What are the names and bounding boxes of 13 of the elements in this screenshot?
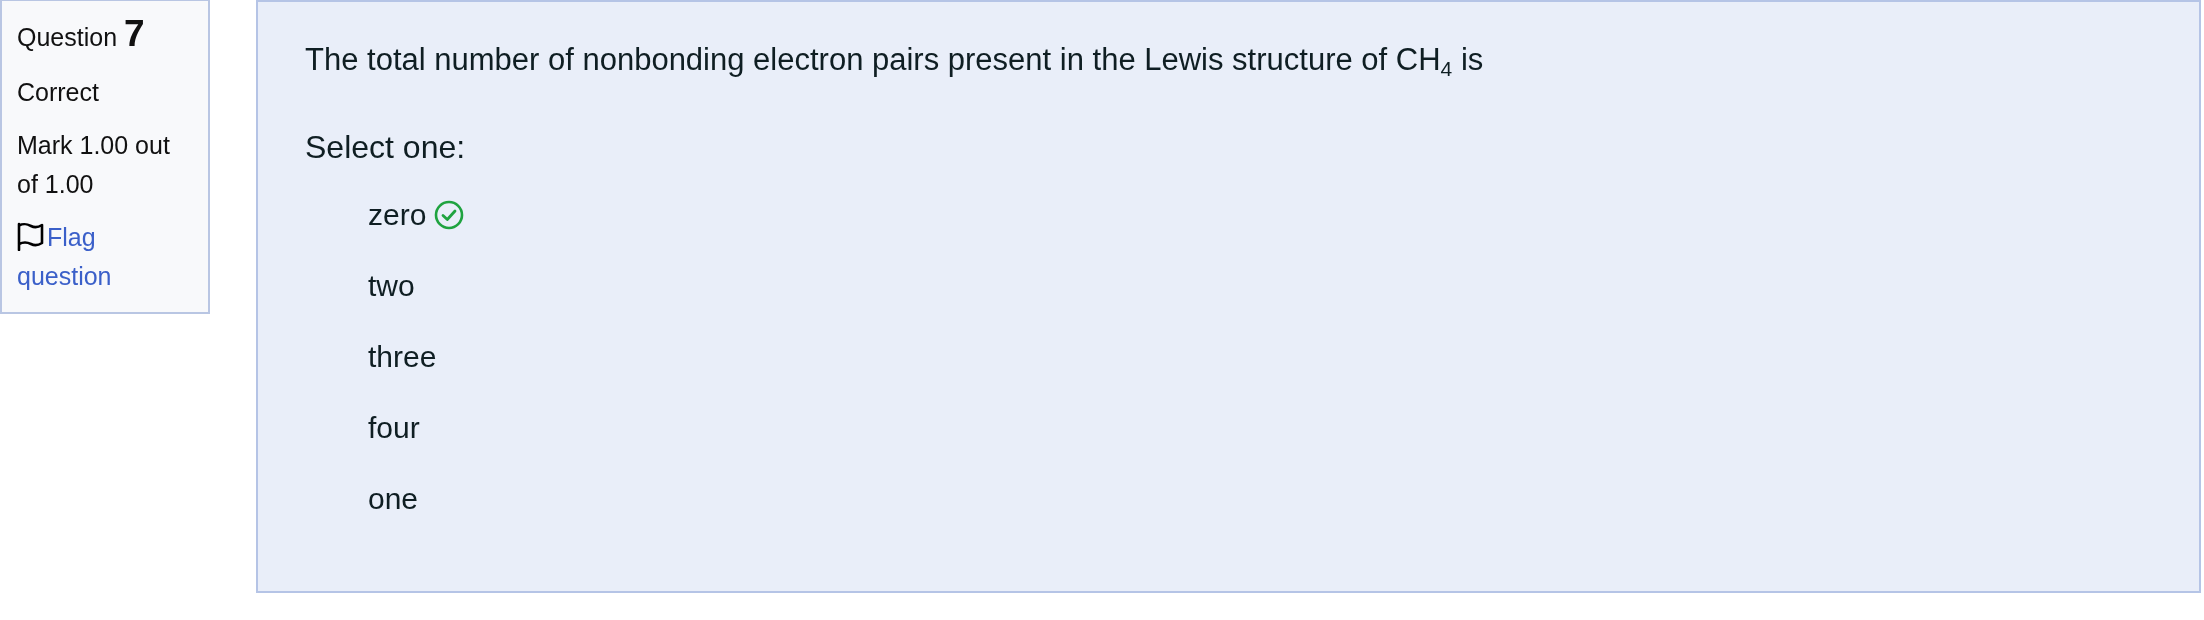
select-prompt: Select one: <box>305 128 467 167</box>
answer-option[interactable]: four <box>368 406 420 450</box>
answer-option[interactable]: two <box>368 264 415 308</box>
answer-option[interactable]: one <box>368 477 419 521</box>
question-mark: Mark 1.00 out of 1.00 <box>17 130 171 200</box>
flag-icon <box>17 222 44 251</box>
question-number: 7 <box>124 13 145 54</box>
question-label: Question <box>17 23 118 51</box>
answer-option[interactable]: three <box>368 335 437 379</box>
question-state: Correct <box>17 77 100 108</box>
question-text: The total number of nonbonding electron pairs present in the Lewis structure of CH$_{4}$ is <box>305 41 1485 82</box>
flag-question-link[interactable]: Flag question <box>17 218 178 296</box>
answer-option[interactable]: zero <box>368 193 465 237</box>
